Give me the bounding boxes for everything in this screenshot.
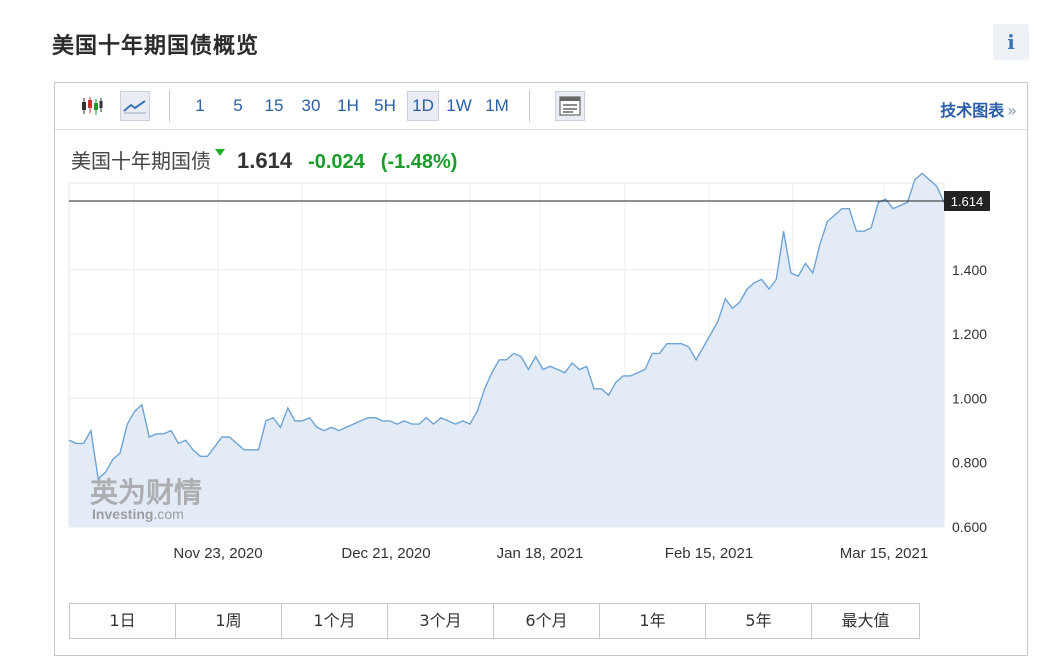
y-tick-label: 0.800 xyxy=(952,455,987,471)
y-tick-label: 1.200 xyxy=(952,326,987,342)
x-tick-label: Nov 23, 2020 xyxy=(173,545,262,562)
range-1-month[interactable]: 1个月 xyxy=(282,604,388,638)
range-5-years[interactable]: 5年 xyxy=(706,604,812,638)
y-tick-label: 1.000 xyxy=(952,390,987,406)
x-tick-label: Dec 21, 2020 xyxy=(341,545,430,562)
range-1-year[interactable]: 1年 xyxy=(600,604,706,638)
range-selector: 1日 1周 1个月 3个月 6个月 1年 5年 最大值 xyxy=(69,603,920,639)
watermark-sub-suffix: .com xyxy=(153,506,183,522)
y-tick-label: 1.400 xyxy=(952,262,987,278)
range-max[interactable]: 最大值 xyxy=(812,604,919,638)
y-tick-label: 0.600 xyxy=(952,519,987,535)
range-1-week[interactable]: 1周 xyxy=(176,604,282,638)
price-chart[interactable]: 英为财情Investing.com 1.614 0.600 0.800 1.000 1.2… xyxy=(0,0,1038,600)
range-3-months[interactable]: 3个月 xyxy=(388,604,494,638)
range-6-months[interactable]: 6个月 xyxy=(494,604,600,638)
x-tick-label: Feb 15, 2021 xyxy=(665,545,753,562)
watermark-sub: Investing.com xyxy=(92,506,184,522)
x-tick-label: Mar 15, 2021 xyxy=(840,545,928,562)
current-price-label: 1.614 xyxy=(951,194,984,209)
range-1-day[interactable]: 1日 xyxy=(70,604,176,638)
x-tick-label: Jan 18, 2021 xyxy=(497,545,584,562)
watermark-brand: 英为财情 xyxy=(90,476,202,509)
